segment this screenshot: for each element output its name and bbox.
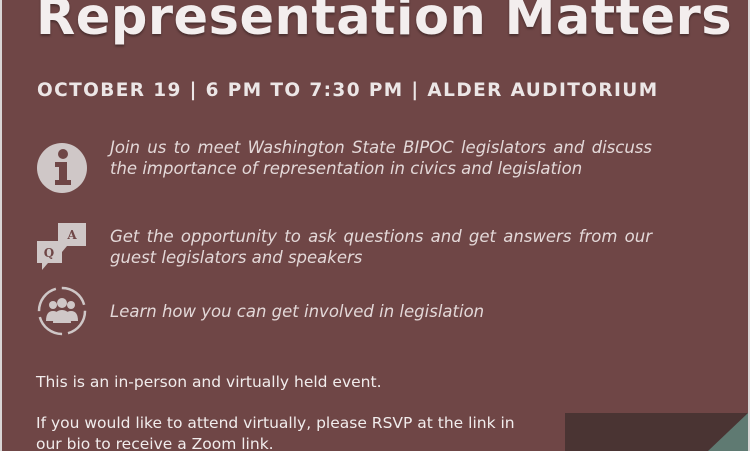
question-answer-icon: A Q	[36, 222, 88, 274]
page-title: Representation Matters	[36, 0, 733, 47]
event-details: OCTOBER 19 | 6 PM TO 7:30 PM | ALDER AUD…	[37, 80, 659, 101]
event-flyer: Representation Matters OCTOBER 19 | 6 PM…	[0, 0, 750, 451]
list-item: Join us to meet Washington State BIPOC l…	[110, 138, 652, 178]
qa-q-letter: Q	[44, 246, 54, 260]
rsvp-note: If you would like to attend virtually, p…	[36, 414, 515, 451]
list-item: Get the opportunity to ask questions and…	[110, 227, 652, 267]
qa-a-letter: A	[66, 228, 77, 242]
corner-accent	[708, 413, 748, 451]
event-format-note: This is an in-person and virtually held …	[36, 373, 382, 391]
list-item: Learn how you can get involved in legisl…	[110, 302, 485, 321]
community-group-icon	[36, 285, 88, 337]
info-icon	[36, 142, 88, 194]
